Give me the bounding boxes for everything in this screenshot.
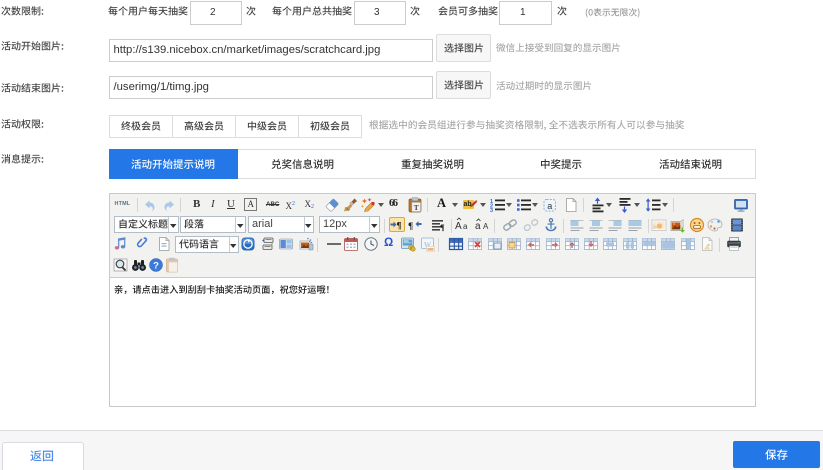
svg-text:¶: ¶ [440,222,445,232]
svg-text:a: a [463,222,468,231]
svg-text:a: a [547,201,552,211]
svg-text:$: $ [410,246,412,250]
svg-text:3: 3 [490,208,493,213]
svg-text:T: T [414,203,419,212]
svg-text:A: A [455,221,462,232]
svg-text:¶: ¶ [408,222,413,232]
svg-text:?: ? [153,260,159,271]
svg-text:a: a [475,221,481,232]
svg-text:¶: ¶ [397,220,402,230]
svg-text:A: A [483,222,489,231]
